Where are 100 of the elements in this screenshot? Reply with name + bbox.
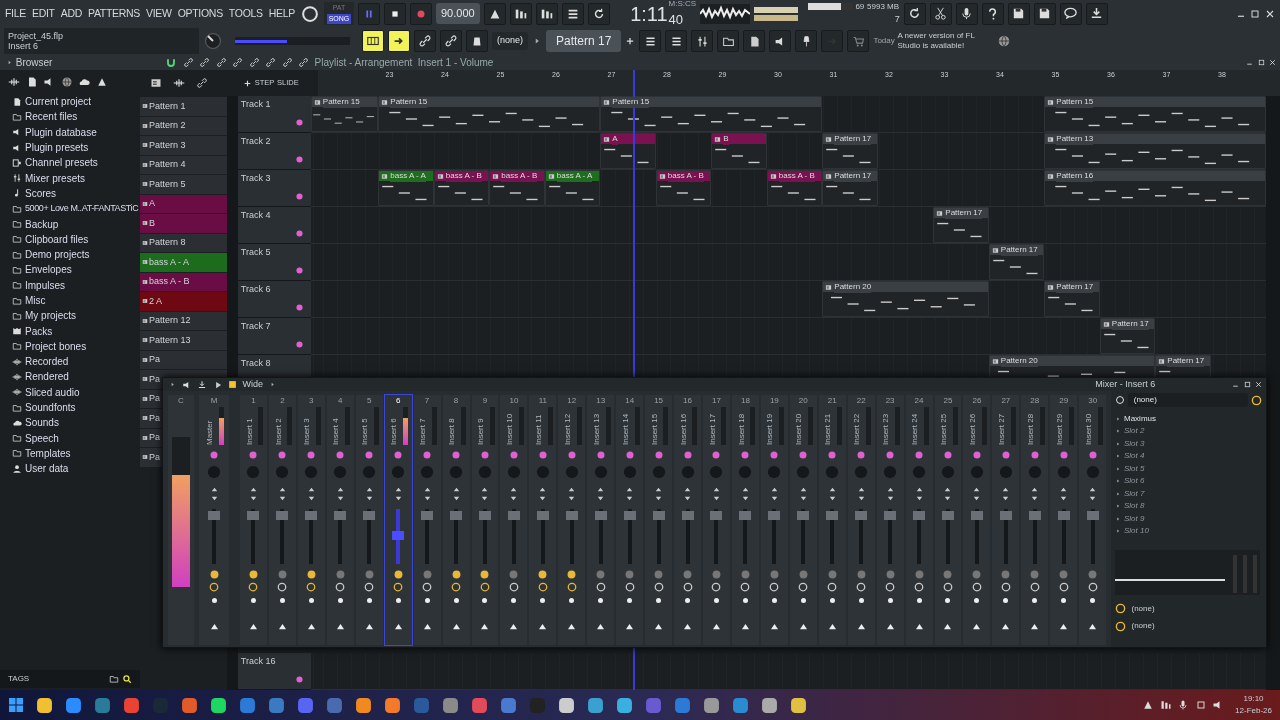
clip-label: Pattern 13 [1056,134,1094,145]
strip-name: Insert 14 [619,412,631,445]
strip-name: Insert 8 [446,417,458,445]
strip-number: 18 [740,395,750,407]
strip-number: 7 [424,395,430,407]
strip-name: Insert 20 [793,412,805,445]
strip-number: 14 [625,395,635,407]
strip-name: Insert 2 [272,417,284,445]
strip-number: 12 [567,395,577,407]
track-name: Track 16 [240,656,276,666]
strip-number: 16 [683,395,692,407]
strip-name: Insert 9 [475,417,487,445]
strip-number: M [210,395,218,407]
strip-number: 24 [914,395,924,407]
strip-number: 25 [943,395,953,407]
strip-name: Insert 16 [677,412,689,445]
cpu-value: 69 [855,0,865,13]
clip-label: Pattern 17 [1167,356,1205,367]
hint-text: Insert 6 [8,41,39,51]
strip-name: Master [204,419,216,445]
strip-name: Insert 21 [822,412,834,445]
strip-name: Insert 1 [243,417,255,445]
track-name: Track 2 [240,136,271,146]
strip-name: Insert 18 [735,412,747,445]
strip-name: Insert 12 [561,412,573,445]
strip-number: 9 [482,395,488,407]
taskbar-time: 19:10 [1243,693,1264,705]
project-file-name: Project_45.flp [8,31,65,41]
strip-name: Insert 3 [301,417,313,445]
clip-label: Pattern 17 [1000,245,1038,256]
strip-name: Insert 4 [330,417,342,445]
clip-label: Pattern 17 [1111,319,1149,330]
strip-number: 22 [856,395,866,407]
strip-name: Insert 17 [706,412,718,445]
clip-label: bass A - B [445,171,482,182]
strip-name: Insert 22 [851,412,863,445]
strip-number: 29 [1059,395,1069,407]
strip-name: Insert 27 [995,412,1007,445]
memory-value: 5993 MB [867,0,900,13]
clip-label: bass A - B [501,171,538,182]
track-name: Track 8 [240,358,271,368]
strip-number: 30 [1088,395,1098,407]
polyphony-value: 7 [894,12,900,26]
strip-name: Insert 25 [938,412,950,445]
mixer-title: Mixer - Insert 6 [1095,377,1156,391]
strip-number: C [178,395,184,407]
track-name: Track 4 [240,210,271,220]
strip-name: Insert 26 [967,412,979,445]
strip-number: 28 [1030,395,1040,407]
tags-label: TAGS [8,673,30,685]
clip-label: bass A - B [778,171,815,182]
track-name: Track 7 [240,321,271,331]
clip-label: bass A - B [667,171,704,182]
strip-number: 13 [596,395,606,407]
strip-number: 1 [251,395,256,407]
strip-number: 4 [338,395,343,407]
strip-name: Insert 24 [909,412,921,445]
strip-name: Insert 28 [1024,412,1036,445]
clip-label: Pattern 15 [322,97,360,108]
strip-number: 8 [453,395,459,407]
breadcrumb-text: Insert 1 - Volume [417,56,494,70]
clip-label: Pattern 15 [1056,97,1094,108]
strip-number: 27 [1001,395,1011,407]
strip-number: 6 [395,395,401,407]
strip-number: 21 [827,395,837,407]
track-name: Track 1 [240,99,271,109]
strip-name: Insert 6 [388,417,400,445]
clip-label: A [612,134,618,145]
strip-name: Insert 29 [1053,412,1065,445]
strip-name: Insert 5 [359,417,371,445]
clip-label: Pattern 16 [1056,171,1094,182]
track-name: Track 5 [240,247,271,257]
clip-label: Pattern 17 [945,208,983,219]
strip-name: Insert 30 [1082,412,1094,445]
strip-name: Insert 15 [648,412,660,445]
taskbar-date: 12-Feb-26 [1235,705,1272,717]
strip-number: 15 [654,395,664,407]
strip-name: Insert 19 [764,412,776,445]
strip-number: 26 [972,395,982,407]
strip-name: Insert 23 [880,412,892,445]
clip-label: bass A - A [556,171,593,182]
strip-number: 19 [769,395,779,407]
strip-name: Insert 10 [504,412,516,445]
strip-name: Insert 11 [532,413,544,445]
strip-number: 23 [885,395,895,407]
strip-name: Insert 13 [590,412,602,445]
track-name: Track 6 [240,284,271,294]
clip-label: bass A - A [390,171,426,182]
playlist-title: Playlist - Arrangement [314,56,413,70]
strip-number: 17 [712,395,721,407]
clip-label: Pattern 20 [834,282,872,293]
track-name: Track 3 [240,173,271,183]
clip-label: Pattern 17 [834,171,872,182]
strip-number: 3 [309,395,314,407]
clip-label: Pattern 15 [612,97,650,108]
clip-label: Pattern 17 [1056,282,1094,293]
centiseconds: 40 [668,11,685,29]
time-unit: M:S:CS [668,0,697,8]
strip-number: 10 [509,395,519,407]
clip-label: B [723,134,729,145]
